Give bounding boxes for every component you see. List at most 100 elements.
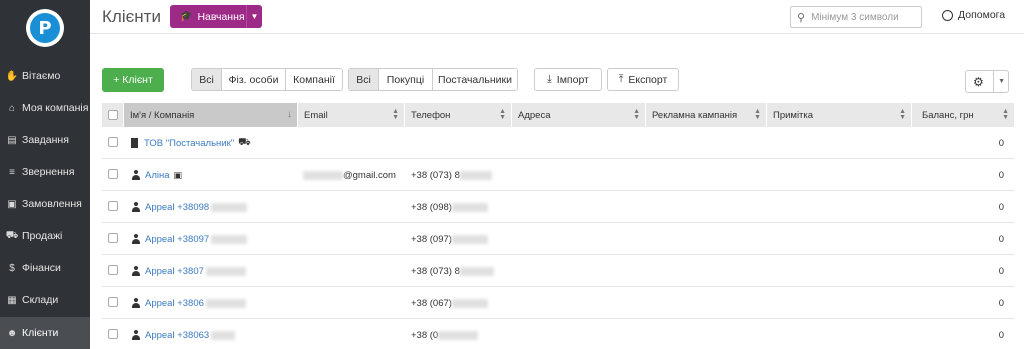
sidebar-item-label: Вітаємо <box>22 70 61 82</box>
column-header-campaign[interactable]: Рекламна кампанія ▲ ▼ <box>646 103 767 127</box>
person-icon <box>132 266 140 276</box>
filter-type-all[interactable]: Всі <box>192 69 222 90</box>
sidebar-item-warehouses[interactable]: ▦ Склади <box>0 284 90 316</box>
help-label: Допомога <box>958 9 1006 21</box>
client-name-link[interactable]: Appeal +38098 <box>145 202 209 213</box>
sort-icon: ▲ ▼ <box>899 108 906 121</box>
column-header-email[interactable]: Email ▲ ▼ <box>298 103 405 127</box>
table-row[interactable]: Appeal +3806 +38 (067) 0 <box>102 287 1014 319</box>
education-button[interactable]: 🎓 Навчання ▼ <box>170 5 262 28</box>
name-cell: Appeal +38097 <box>132 223 248 255</box>
client-type-filter: Всі Фіз. особи Компанії <box>191 68 343 91</box>
chevron-down-icon[interactable]: ▼ <box>246 5 262 28</box>
clipboard-icon: ▤ <box>7 134 17 146</box>
truck-icon: ⛟ <box>238 136 251 148</box>
table-row[interactable]: Appeal +38063 +38 (0 0 <box>102 319 1014 349</box>
page-title: Клієнти <box>102 7 161 26</box>
briefcase-icon: ▣ <box>173 169 183 180</box>
sort-icon: ▲ ▼ <box>392 108 399 121</box>
select-all-checkbox[interactable] <box>107 110 118 120</box>
phone-text: +38 (073) 8 <box>411 265 460 277</box>
users-icon: ☻ <box>6 327 18 339</box>
phone-cell: +38 (097) <box>411 223 488 255</box>
column-header-balance[interactable]: Баланс, грн ▲ ▼ <box>912 103 1014 127</box>
building-icon <box>131 138 138 148</box>
person-icon <box>132 298 140 308</box>
sidebar-item-my-company[interactable]: ⌂ Моя компанія <box>0 92 90 124</box>
row-checkbox[interactable] <box>108 137 118 147</box>
sidebar-item-tasks[interactable]: ▤ Завдання <box>0 124 90 156</box>
filter-type-individuals[interactable]: Фіз. особи <box>222 69 286 90</box>
sidebar-item-label: Склади <box>22 294 59 306</box>
client-name-link[interactable]: Appeal +3806 <box>145 298 204 309</box>
column-header-phone[interactable]: Телефон ▲ ▼ <box>405 103 512 127</box>
table-row[interactable]: Appeal +38098 +38 (098) 0 <box>102 191 1014 223</box>
sidebar-item-label: Клієнти <box>22 327 59 339</box>
add-client-label: + Клієнт <box>113 74 153 86</box>
sort-icon: ▲ ▼ <box>754 108 761 121</box>
column-header-name[interactable]: Ім'я / Компанія ↓ <box>124 103 298 127</box>
sidebar-item-label: Завдання <box>22 134 69 146</box>
redacted-text <box>451 298 488 308</box>
row-checkbox[interactable] <box>108 233 118 243</box>
sidebar-item-label: Продажі <box>22 230 63 242</box>
person-icon <box>132 202 140 212</box>
add-client-button[interactable]: + Клієнт <box>102 68 164 92</box>
filter-role-all[interactable]: Всі <box>349 69 379 90</box>
sidebar-item-welcome[interactable]: ✋ Вітаємо <box>0 60 90 92</box>
import-button[interactable]: ⤓ Імпорт <box>534 68 602 91</box>
sidebar-item-sales[interactable]: ⛟ Продажі <box>0 220 90 252</box>
home-icon: ⌂ <box>8 102 16 114</box>
table-header: Ім'я / Компанія ↓ Email ▲ ▼ Телефон ▲ ▼ Ад… <box>102 103 1014 127</box>
client-name-link[interactable]: Аліна <box>145 170 170 181</box>
row-checkbox[interactable] <box>108 265 118 275</box>
table-row[interactable]: Appeal +3807 +38 (073) 8 0 <box>102 255 1014 287</box>
redacted-text <box>211 202 248 212</box>
settings-dropdown[interactable]: ⚙ ▼ <box>965 70 1009 93</box>
column-header-note[interactable]: Примітка ▲ ▼ <box>767 103 912 127</box>
name-cell: Appeal +3807 <box>132 255 246 287</box>
sidebar-item-label: Звернення <box>22 166 75 178</box>
help-icon <box>942 9 953 21</box>
client-name-link[interactable]: Appeal +38063 <box>145 330 209 341</box>
app-logo[interactable]: P <box>26 9 64 47</box>
sort-down-icon: ↓ <box>287 109 292 120</box>
sidebar-item-finance[interactable]: $ Фінанси <box>0 252 90 284</box>
export-button[interactable]: ⤒ Експорт <box>607 68 679 91</box>
sidebar-item-requests[interactable]: ≡ Звернення <box>0 156 90 188</box>
graduation-cap-icon: 🎓 <box>180 11 193 22</box>
row-checkbox[interactable] <box>108 297 118 307</box>
phone-text: +38 (0 <box>411 329 439 341</box>
sidebar-item-orders[interactable]: ▣ Замовлення <box>0 188 90 220</box>
hand-icon: ✋ <box>5 70 19 82</box>
top-header: Клієнти 🎓 Навчання ▼ ⚲ Мінімум 3 символи… <box>90 0 1024 34</box>
client-name-link[interactable]: Appeal +3807 <box>145 266 204 277</box>
redacted-text <box>451 202 488 212</box>
sidebar-item-label: Фінанси <box>22 262 61 274</box>
client-name-link[interactable]: ТОВ "Постачальник" <box>144 138 234 149</box>
row-checkbox[interactable] <box>108 169 118 179</box>
row-checkbox[interactable] <box>108 201 118 211</box>
filter-type-companies[interactable]: Компанії <box>286 69 342 90</box>
column-header-address[interactable]: Адреса ▲ ▼ <box>512 103 646 127</box>
redacted-text <box>459 266 494 276</box>
row-checkbox[interactable] <box>108 329 118 339</box>
client-role-filter: Всі Покупці Постачальники <box>348 68 518 91</box>
name-cell: Appeal +3806 <box>132 287 246 319</box>
redacted-text <box>459 170 492 180</box>
search-input[interactable]: ⚲ Мінімум 3 символи <box>790 6 922 28</box>
phone-cell: +38 (073) 8 <box>411 159 492 191</box>
sidebar-item-clients[interactable]: ☻ Клієнти <box>0 317 90 349</box>
redacted-text <box>451 234 488 244</box>
table-row[interactable]: ТОВ "Постачальник" ⛟ 0 <box>102 127 1014 159</box>
balance-cell: 0 <box>998 297 1004 309</box>
filter-role-suppliers[interactable]: Постачальники <box>433 69 517 90</box>
phone-text: +38 (073) 8 <box>411 169 460 181</box>
client-name-link[interactable]: Appeal +38097 <box>145 234 209 245</box>
table-row[interactable]: Аліна ▣ @gmail.com +38 (073) 8 0 <box>102 159 1014 191</box>
table-row[interactable]: Appeal +38097 +38 (097) 0 <box>102 223 1014 255</box>
person-icon <box>132 234 140 244</box>
balance-cell: 0 <box>998 201 1004 213</box>
help-link[interactable]: Допомога <box>942 9 1005 21</box>
filter-role-buyers[interactable]: Покупці <box>379 69 433 90</box>
